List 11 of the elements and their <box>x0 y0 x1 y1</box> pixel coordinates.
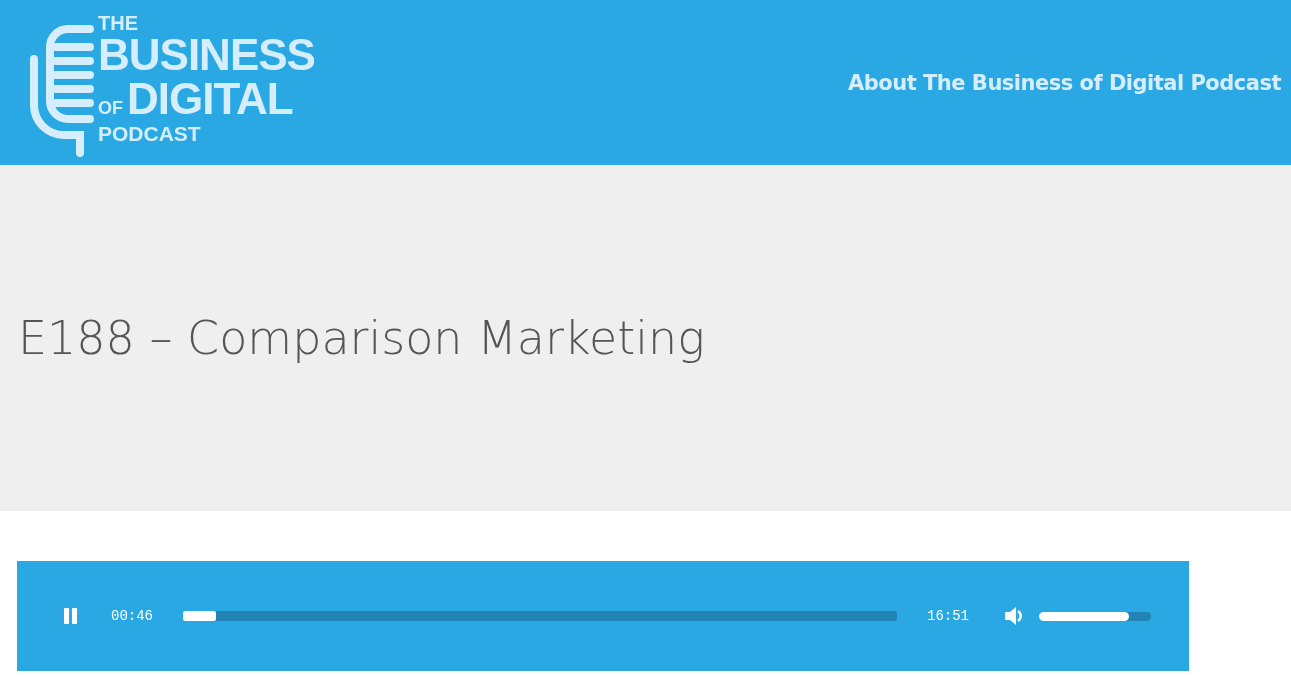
current-time: 00:46 <box>111 608 153 624</box>
logo-text: OF <box>98 98 123 117</box>
nav-link[interactable]: About The Business of Digital Podcast <box>848 70 1281 95</box>
logo-text: DIGITAL <box>127 76 293 121</box>
logo-text: PODCAST <box>98 122 202 144</box>
volume-slider[interactable] <box>1039 611 1151 621</box>
logo-text: BUSINESS <box>98 32 315 77</box>
progress-bar[interactable] <box>183 611 897 621</box>
logo-text: THE <box>98 12 139 33</box>
episode-title: E188 – Comparison Marketing <box>18 311 705 365</box>
duration: 16:51 <box>927 608 969 624</box>
